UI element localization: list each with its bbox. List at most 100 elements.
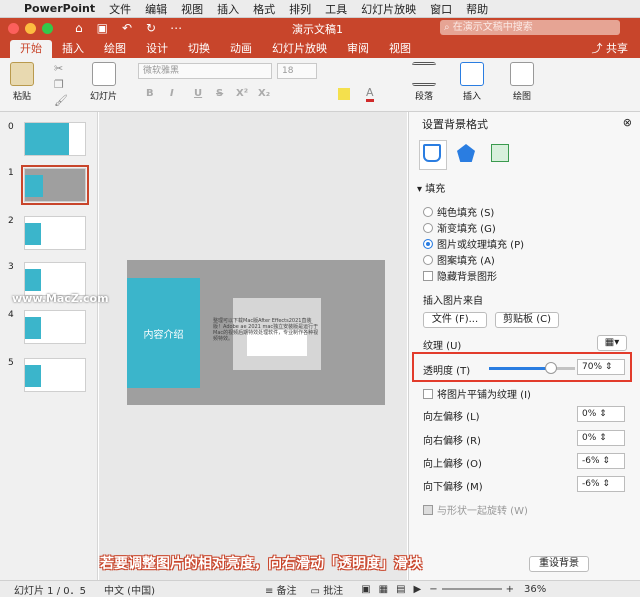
new-slide-button[interactable]: 幻灯片 xyxy=(90,62,117,102)
tab-view[interactable]: 视图 xyxy=(379,40,421,58)
font-size-select[interactable]: 18 xyxy=(277,63,317,79)
clipboard-button[interactable]: 剪贴板 (C) xyxy=(495,312,559,328)
share-button[interactable]: ⤴ 共享 xyxy=(592,40,629,56)
tab-insert[interactable]: 插入 xyxy=(52,40,94,58)
zoom-level[interactable]: 36% xyxy=(524,584,546,595)
current-slide[interactable]: 内容介绍 整理可以下载Mac版After Effects2021直装版！Adob… xyxy=(127,260,385,405)
checkbox[interactable] xyxy=(423,388,433,399)
pattern-fill-option[interactable]: 图案填充 (A) xyxy=(423,252,495,267)
tile-checkbox[interactable]: 将图片平铺为纹理 (I) xyxy=(423,386,531,401)
menu-arrange[interactable]: 排列 xyxy=(289,1,311,17)
zoom-out-icon[interactable]: − xyxy=(429,584,437,595)
cut-icon[interactable]: ✂ xyxy=(54,62,63,75)
zoom-window-button[interactable] xyxy=(42,22,53,34)
slide-canvas[interactable]: 内容介绍 整理可以下载Mac版After Effects2021直装版！Adob… xyxy=(99,112,407,580)
menu-help[interactable]: 帮助 xyxy=(466,1,488,17)
radio[interactable] xyxy=(423,222,433,233)
bold-button[interactable]: B xyxy=(146,88,154,99)
undo-icon[interactable]: ↶ xyxy=(122,21,132,35)
radio[interactable] xyxy=(423,206,433,217)
tab-review[interactable]: 审阅 xyxy=(337,40,379,58)
paragraph-button[interactable]: 段落 xyxy=(412,62,436,102)
search-input[interactable]: ⌕ 在演示文稿中搜索 xyxy=(440,20,620,35)
transparency-input[interactable]: 70% ⇕ xyxy=(577,359,625,375)
underline-button[interactable]: U xyxy=(194,88,202,99)
radio-selected[interactable] xyxy=(423,238,433,249)
slide-thumbnail[interactable] xyxy=(24,122,86,156)
draw-button[interactable]: 绘图 xyxy=(510,62,534,102)
subscript-button[interactable]: X₂ xyxy=(258,88,270,99)
language-indicator[interactable]: 中文 (中国) xyxy=(104,582,155,597)
offset-left-input[interactable]: 0% ⇕ xyxy=(577,406,625,422)
highlight-icon[interactable] xyxy=(338,88,350,100)
tab-slideshow[interactable]: 幻灯片放映 xyxy=(262,40,337,58)
minimize-window-button[interactable] xyxy=(25,22,36,34)
superscript-button[interactable]: X² xyxy=(236,88,248,99)
menu-slideshow[interactable]: 幻灯片放映 xyxy=(361,1,416,17)
checkbox[interactable] xyxy=(423,270,433,281)
checkbox[interactable] xyxy=(423,504,433,515)
rotate-with-shape-checkbox[interactable]: 与形状一起旋转 (W) xyxy=(423,502,528,517)
menu-view[interactable]: 视图 xyxy=(181,1,203,17)
menu-edit[interactable]: 编辑 xyxy=(145,1,167,17)
slide-thumbnail-selected[interactable] xyxy=(21,165,89,205)
menu-tools[interactable]: 工具 xyxy=(325,1,347,17)
normal-view-icon[interactable]: ▣ xyxy=(361,584,370,595)
tab-transitions[interactable]: 切换 xyxy=(178,40,220,58)
tab-design[interactable]: 设计 xyxy=(136,40,178,58)
comments-button[interactable]: ▭ 批注 xyxy=(311,582,344,597)
fill-section-header[interactable]: ▾ 填充 xyxy=(417,180,445,195)
transparency-slider-fill[interactable] xyxy=(489,367,549,370)
fill-bucket-icon[interactable] xyxy=(423,144,441,162)
zoom-slider[interactable] xyxy=(441,588,502,590)
slide-thumbnail[interactable] xyxy=(24,310,86,344)
notes-button[interactable]: ≡ 备注 xyxy=(265,582,297,597)
app-name[interactable]: PowerPoint xyxy=(24,2,95,15)
pentagon-icon[interactable] xyxy=(457,144,475,162)
slideshow-view-icon[interactable]: ▶ xyxy=(414,584,422,595)
menu-format[interactable]: 格式 xyxy=(253,1,275,17)
copy-icon[interactable]: ❐ xyxy=(54,78,64,91)
reading-view-icon[interactable]: ▤ xyxy=(396,584,405,595)
slide-title-box[interactable]: 内容介绍 xyxy=(127,278,200,388)
menu-file[interactable]: 文件 xyxy=(109,1,131,17)
solid-fill-option[interactable]: 纯色填充 (S) xyxy=(423,204,494,219)
file-button[interactable]: 文件 (F)... xyxy=(423,312,487,328)
paste-button[interactable]: 粘贴 xyxy=(10,62,34,102)
picture-icon[interactable] xyxy=(491,144,509,162)
hide-background-checkbox[interactable]: 隐藏背景图形 xyxy=(423,268,497,283)
close-icon[interactable]: ⊗ xyxy=(623,116,632,129)
insert-label: 插入 xyxy=(462,92,481,102)
insert-button[interactable]: 插入 xyxy=(460,62,484,102)
format-painter-icon[interactable]: 🖌 xyxy=(54,94,68,107)
italic-button[interactable]: I xyxy=(170,88,174,99)
picture-fill-option[interactable]: 图片或纹理填充 (P) xyxy=(423,236,524,251)
offset-bottom-input[interactable]: -6% ⇕ xyxy=(577,476,625,492)
home-icon[interactable]: ⌂ xyxy=(75,21,83,35)
strikethrough-button[interactable]: S xyxy=(216,88,223,99)
font-name-select[interactable]: 微软雅黑 xyxy=(138,63,272,79)
more-icon[interactable]: ⋯ xyxy=(170,21,182,35)
font-color-icon[interactable]: A xyxy=(366,86,374,102)
zoom-in-icon[interactable]: + xyxy=(506,584,514,595)
slide-thumbnail[interactable] xyxy=(24,216,86,250)
gradient-fill-option[interactable]: 渐变填充 (G) xyxy=(423,220,496,235)
tab-draw[interactable]: 绘图 xyxy=(94,40,136,58)
slide-body-text[interactable]: 整理可以下载Mac版After Effects2021直装版！Adobe ae … xyxy=(213,318,321,342)
slide-thumbnail[interactable] xyxy=(24,262,86,296)
offset-right-input[interactable]: 0% ⇕ xyxy=(577,430,625,446)
tab-home[interactable]: 开始 xyxy=(10,40,52,58)
close-window-button[interactable] xyxy=(8,22,19,34)
slide-thumbnail[interactable] xyxy=(24,358,86,392)
redo-icon[interactable]: ↻ xyxy=(146,21,156,35)
sorter-view-icon[interactable]: ▦ xyxy=(379,584,388,595)
texture-dropdown[interactable]: ▦▾ xyxy=(597,335,627,351)
reset-background-button[interactable]: 重设背景 xyxy=(529,556,589,572)
transparency-slider-knob[interactable] xyxy=(545,362,557,374)
radio[interactable] xyxy=(423,254,433,265)
save-icon[interactable]: ▣ xyxy=(97,21,108,35)
offset-top-input[interactable]: -6% ⇕ xyxy=(577,453,625,469)
tab-animations[interactable]: 动画 xyxy=(220,40,262,58)
menu-window[interactable]: 窗口 xyxy=(430,1,452,17)
menu-insert[interactable]: 插入 xyxy=(217,1,239,17)
